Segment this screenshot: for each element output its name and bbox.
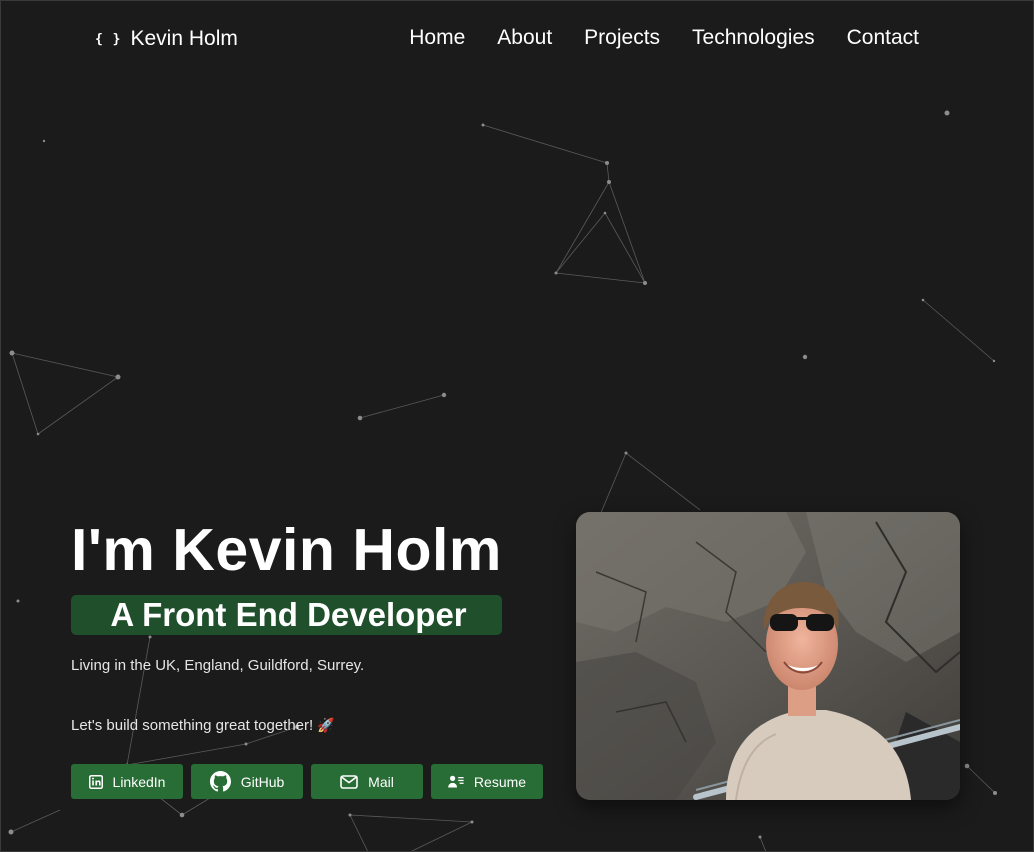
nav-link-home[interactable]: Home	[409, 26, 465, 50]
resume-button[interactable]: Resume	[431, 764, 543, 799]
profile-photo	[576, 512, 960, 800]
mail-label: Mail	[368, 773, 394, 790]
location-text: Living in the UK, England, Guildford, Su…	[71, 657, 365, 674]
github-label: GitHub	[240, 773, 285, 790]
nav-link-contact[interactable]: Contact	[847, 26, 919, 50]
nav-link-about[interactable]: About	[497, 26, 552, 50]
brand-name: Kevin Holm	[130, 27, 238, 50]
tagline-label: Let's build something great together!	[71, 717, 314, 734]
resume-label: Resume	[473, 773, 527, 790]
nav-link-technologies[interactable]: Technologies	[692, 26, 815, 50]
github-button[interactable]: GitHub	[191, 764, 303, 799]
social-buttons: LinkedIn GitHub Mail Resume	[71, 764, 543, 799]
top-navigation: { } Kevin Holm Home About Projects Techn…	[0, 0, 1034, 78]
role-badge: A Front End Developer	[71, 595, 502, 635]
hero-heading: I'm Kevin Holm	[71, 517, 502, 583]
nav-menu: Home About Projects Technologies Contact	[409, 26, 919, 50]
brand-logo-link[interactable]: { } Kevin Holm	[95, 27, 238, 51]
rocket-icon: 🚀	[317, 717, 335, 733]
tagline-text: Let's build something great together! 🚀	[71, 717, 551, 734]
mail-icon	[340, 774, 358, 789]
nav-link-projects[interactable]: Projects	[584, 26, 660, 50]
linkedin-button[interactable]: LinkedIn	[71, 764, 183, 799]
resume-icon	[448, 775, 464, 788]
linkedin-label: LinkedIn	[112, 773, 166, 790]
github-icon	[209, 771, 231, 792]
mail-button[interactable]: Mail	[311, 764, 423, 799]
linkedin-icon	[88, 774, 103, 789]
hero-intro: I'm Kevin Holm A Front End Developer Liv…	[71, 515, 551, 734]
curly-braces-icon: { }	[95, 31, 122, 47]
